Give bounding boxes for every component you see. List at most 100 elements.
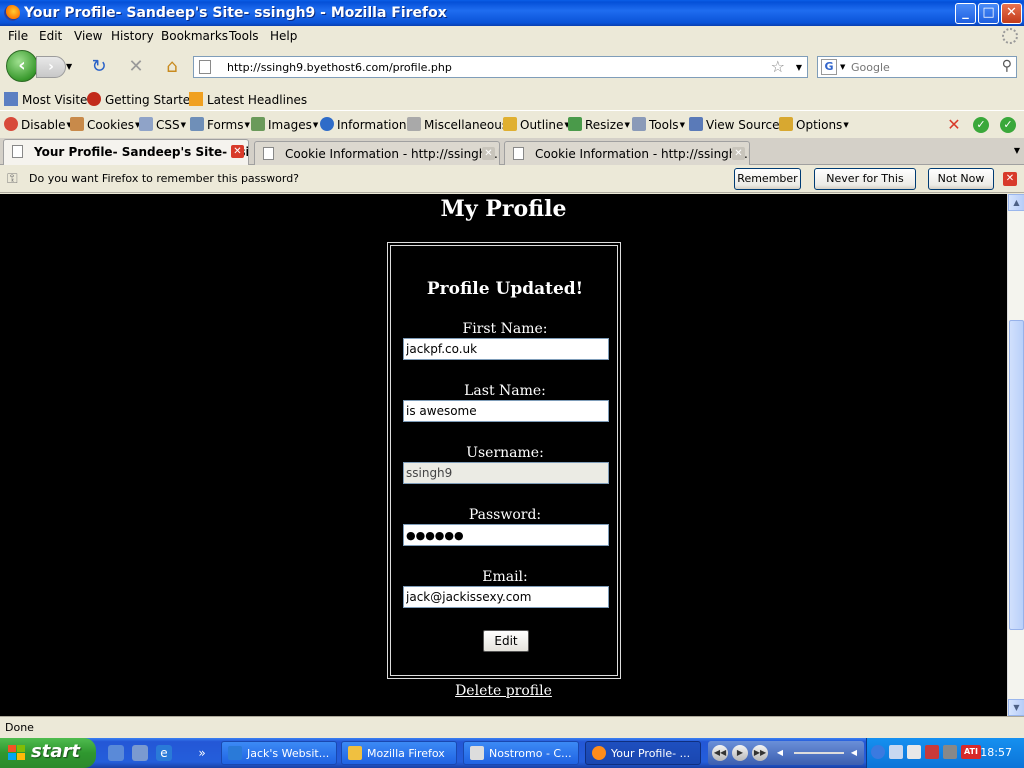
taskbar-window-nostromo[interactable]: Nostromo - C... bbox=[463, 741, 579, 765]
windows-flag-icon bbox=[8, 745, 25, 760]
disable-icon bbox=[4, 117, 18, 131]
images-icon bbox=[251, 117, 265, 131]
list-all-tabs-icon[interactable]: ▼ bbox=[1014, 146, 1020, 155]
dev-menu-disable[interactable]: Disable▼ bbox=[4, 117, 72, 132]
dev-menu-information[interactable]: Information▼ bbox=[320, 117, 413, 132]
scroll-down-icon[interactable]: ▼ bbox=[1008, 699, 1024, 716]
menu-tools[interactable]: Tools bbox=[229, 29, 259, 43]
previous-track-icon[interactable]: ◀◀ bbox=[712, 745, 728, 761]
tray-expand-icon[interactable] bbox=[871, 745, 885, 759]
dev-menu-view-source[interactable]: View Source▼ bbox=[689, 117, 786, 132]
edit-button[interactable]: Edit bbox=[483, 630, 529, 652]
show-desktop-icon[interactable] bbox=[132, 745, 148, 761]
google-engine-icon[interactable]: G bbox=[821, 59, 837, 75]
bookmark-getting-started[interactable]: Getting Started bbox=[87, 92, 198, 107]
volume-max-icon[interactable]: ◀ bbox=[846, 745, 862, 761]
firefox-icon bbox=[592, 746, 606, 760]
tab-cookie-information-1[interactable]: Cookie Information - http://ssingh9.by..… bbox=[254, 141, 500, 165]
search-bar[interactable]: G ▼ ⚲ bbox=[817, 56, 1017, 78]
throbber-icon bbox=[1002, 28, 1018, 44]
network-icon[interactable] bbox=[889, 745, 903, 759]
tab-your-profile[interactable]: Your Profile- Sandeep's Site- ssin... ✕ bbox=[3, 139, 249, 165]
dev-menu-options[interactable]: Options▼ bbox=[779, 117, 849, 132]
scroll-up-icon[interactable]: ▲ bbox=[1008, 194, 1024, 211]
email-field[interactable] bbox=[403, 586, 609, 608]
taskbar-window-jacks-website[interactable]: Jack's Websit... bbox=[221, 741, 337, 765]
tab-cookie-information-2[interactable]: Cookie Information - http://ssingh9.by..… bbox=[504, 141, 750, 165]
firefox-window: Your Profile- Sandeep's Site- ssingh9 - … bbox=[0, 0, 1024, 768]
error-icon[interactable]: ✕ bbox=[946, 117, 962, 133]
minimize-button[interactable]: _ bbox=[955, 3, 976, 24]
first-name-field[interactable] bbox=[403, 338, 609, 360]
dev-menu-cookies[interactable]: Cookies▼ bbox=[70, 117, 140, 132]
maximize-button[interactable]: □ bbox=[978, 3, 999, 24]
reload-icon[interactable]: ↻ bbox=[89, 57, 109, 77]
internet-explorer-icon bbox=[228, 746, 242, 760]
url-input[interactable] bbox=[227, 59, 767, 75]
username-field[interactable] bbox=[403, 462, 609, 484]
bookmark-latest-headlines[interactable]: Latest Headlines bbox=[189, 92, 307, 107]
taskbar-window-your-profile[interactable]: Your Profile- ... bbox=[585, 741, 701, 765]
menu-edit[interactable]: Edit bbox=[39, 29, 62, 43]
page-icon bbox=[12, 145, 23, 158]
close-tab-icon[interactable]: ✕ bbox=[732, 147, 745, 160]
last-name-label: Last Name: bbox=[464, 383, 546, 399]
taskbar: start e » Jack's Websit... Mozilla Firef… bbox=[0, 738, 1024, 768]
dev-menu-css[interactable]: CSS▼ bbox=[139, 117, 186, 132]
play-icon[interactable]: ▶ bbox=[732, 745, 748, 761]
back-arrow-icon[interactable]: ‹ bbox=[6, 50, 38, 82]
password-field[interactable] bbox=[403, 524, 609, 546]
never-for-this-site-button[interactable]: Never for This Site bbox=[814, 168, 916, 205]
ati-icon[interactable]: ATI bbox=[961, 745, 981, 759]
stop-icon[interactable]: ✕ bbox=[126, 57, 146, 77]
engine-dropdown-icon[interactable]: ▼ bbox=[840, 63, 845, 71]
bookmark-most-visited[interactable]: Most Visited bbox=[4, 92, 95, 107]
volume-icon[interactable]: ◀ bbox=[772, 745, 788, 761]
close-notification-icon[interactable]: ✕ bbox=[1003, 172, 1017, 186]
volume-slider[interactable] bbox=[794, 752, 844, 754]
dev-menu-tools[interactable]: Tools▼ bbox=[632, 117, 685, 132]
display-icon[interactable] bbox=[907, 745, 921, 759]
menu-bar: File Edit View History Bookmarks Tools H… bbox=[0, 26, 1024, 46]
close-tab-icon[interactable]: ✕ bbox=[231, 145, 244, 158]
internet-explorer-icon[interactable]: e bbox=[156, 745, 172, 761]
url-dropdown-icon[interactable]: ▼ bbox=[796, 63, 802, 72]
start-button[interactable]: start bbox=[0, 738, 96, 768]
search-input[interactable] bbox=[851, 59, 991, 75]
menu-help[interactable]: Help bbox=[270, 29, 297, 43]
dev-menu-images[interactable]: Images▼ bbox=[251, 117, 318, 132]
close-window-button[interactable]: ✕ bbox=[1001, 3, 1022, 24]
security-icon[interactable] bbox=[925, 745, 939, 759]
dev-menu-forms[interactable]: Forms▼ bbox=[190, 117, 250, 132]
url-bar[interactable]: ☆ ▼ bbox=[193, 56, 808, 78]
application-icon bbox=[470, 746, 484, 760]
home-icon[interactable]: ⌂ bbox=[162, 57, 182, 77]
forward-arrow-icon[interactable]: › bbox=[36, 56, 66, 78]
remember-button[interactable]: Remember bbox=[734, 168, 801, 190]
quicklaunch-more-icon[interactable]: » bbox=[196, 745, 208, 761]
css-valid-icon[interactable]: ✓ bbox=[973, 117, 989, 133]
menu-file[interactable]: File bbox=[8, 29, 28, 43]
scroll-thumb[interactable] bbox=[1009, 320, 1024, 630]
page-icon bbox=[263, 147, 274, 160]
menu-view[interactable]: View bbox=[74, 29, 102, 43]
menu-bookmarks[interactable]: Bookmarks bbox=[161, 29, 228, 43]
not-now-button[interactable]: Not Now bbox=[928, 168, 994, 190]
speaker-icon[interactable] bbox=[943, 745, 957, 759]
last-name-field[interactable] bbox=[403, 400, 609, 422]
star-icon[interactable]: ☆ bbox=[771, 57, 785, 76]
menu-history[interactable]: History bbox=[111, 29, 154, 43]
magnifier-icon[interactable]: ⚲ bbox=[1002, 58, 1012, 74]
delete-profile-link[interactable]: Delete profile bbox=[0, 683, 1007, 699]
vertical-scrollbar[interactable]: ▲ ▼ bbox=[1007, 194, 1024, 716]
quicklaunch-icon[interactable] bbox=[108, 745, 124, 761]
close-tab-icon[interactable]: ✕ bbox=[482, 147, 495, 160]
dev-menu-miscellaneous[interactable]: Miscellaneous▼ bbox=[407, 117, 515, 132]
js-valid-icon[interactable]: ✓ bbox=[1000, 117, 1016, 133]
page-title: My Profile bbox=[440, 196, 567, 222]
dev-menu-outline[interactable]: Outline▼ bbox=[503, 117, 570, 132]
next-track-icon[interactable]: ▶▶ bbox=[752, 745, 768, 761]
dev-menu-resize[interactable]: Resize▼ bbox=[568, 117, 630, 132]
history-dropdown-icon[interactable]: ▼ bbox=[66, 62, 72, 71]
taskbar-window-mozilla-firefox[interactable]: Mozilla Firefox bbox=[341, 741, 457, 765]
